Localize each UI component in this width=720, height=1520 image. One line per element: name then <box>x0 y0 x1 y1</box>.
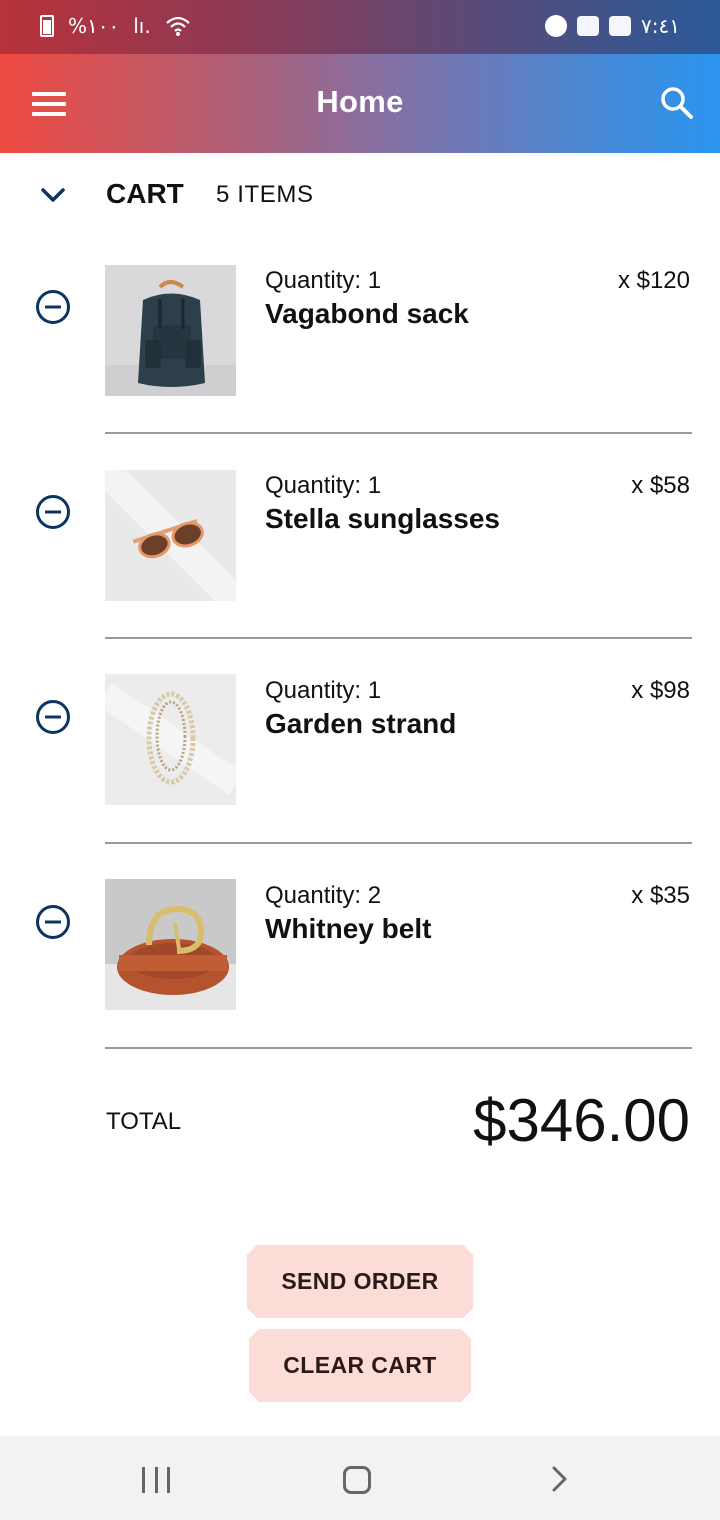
item-quantity: Quantity: 2 <box>265 882 382 909</box>
send-order-button[interactable]: SEND ORDER <box>247 1245 473 1318</box>
item-name: Vagabond sack <box>265 298 469 329</box>
product-image-sunglasses <box>105 470 236 601</box>
chevron-down-icon[interactable] <box>38 183 68 207</box>
total-label: TOTAL <box>106 1108 182 1135</box>
remove-circle-icon[interactable] <box>35 904 71 940</box>
cart-item: Quantity: 1 Vagabond sack x $120 <box>0 243 720 448</box>
product-image-belt <box>105 879 236 1010</box>
cart-header: CART 5 ITEMS <box>0 153 720 243</box>
product-image-backpack <box>105 265 236 396</box>
steam-icon <box>545 15 568 37</box>
video-icon <box>577 16 600 36</box>
status-time: ٧:٤١ <box>641 14 680 38</box>
item-divider <box>105 637 692 639</box>
battery-icon <box>40 15 54 37</box>
item-name: Whitney belt <box>265 913 432 944</box>
remove-circle-icon[interactable] <box>35 289 71 325</box>
clear-cart-button[interactable]: CLEAR CART <box>249 1329 471 1402</box>
item-quantity: Quantity: 1 <box>265 472 382 499</box>
remove-circle-icon[interactable] <box>35 699 71 735</box>
item-divider <box>105 842 692 844</box>
back-icon[interactable] <box>545 1464 575 1494</box>
item-price: x $58 <box>631 472 690 499</box>
cart-item: Quantity: 1 Stella sunglasses x $58 <box>0 448 720 653</box>
item-quantity: Quantity: 1 <box>265 267 382 294</box>
cart-item: Quantity: 1 Garden strand x $98 <box>0 653 720 858</box>
remove-circle-icon[interactable] <box>35 494 71 530</box>
cart-item: Quantity: 2 Whitney belt x $35 <box>0 858 720 1063</box>
item-name: Stella sunglasses <box>265 503 501 534</box>
page-title: Home <box>316 84 404 119</box>
recents-icon[interactable] <box>142 1467 170 1493</box>
cart-title: CART <box>106 178 184 209</box>
signal-icon: lı. <box>133 14 151 38</box>
search-icon[interactable] <box>660 86 694 120</box>
battery-percent: %١٠٠ <box>68 14 120 38</box>
home-icon[interactable] <box>343 1466 371 1494</box>
item-price: x $120 <box>617 267 690 294</box>
item-name: Garden strand <box>265 708 457 739</box>
total-value: $346.00 <box>473 1087 690 1154</box>
app-bar: Home <box>0 54 720 153</box>
gallery-icon <box>609 16 632 36</box>
item-price: x $35 <box>631 882 690 909</box>
cart-item-count: 5 ITEMS <box>216 181 314 208</box>
item-price: x $98 <box>631 677 690 704</box>
status-right: ٧:٤١ <box>545 14 680 38</box>
item-divider <box>105 1047 692 1049</box>
system-nav-bar <box>0 1436 720 1520</box>
item-quantity: Quantity: 1 <box>265 677 382 704</box>
status-bar: %١٠٠ lı. ٧:٤١ <box>0 0 720 54</box>
product-image-necklace <box>105 674 236 805</box>
status-left: %١٠٠ lı. <box>40 14 191 38</box>
item-divider <box>105 432 692 434</box>
wifi-icon <box>165 16 190 36</box>
